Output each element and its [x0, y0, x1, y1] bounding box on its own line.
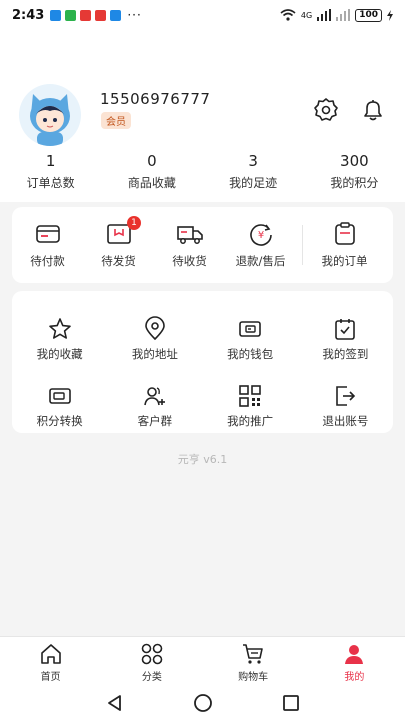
cart-icon [243, 644, 263, 664]
tab-category[interactable]: 分类 [101, 637, 202, 686]
tab-cart[interactable]: 购物车 [203, 637, 304, 686]
order-pending-shipment[interactable]: 1 待发货 [83, 216, 154, 269]
stat-points[interactable]: 300 我的积分 [304, 152, 405, 202]
tool-logout[interactable]: 退出账号 [298, 384, 393, 429]
tab-home[interactable]: 首页 [0, 637, 101, 686]
status-bar: 2:43 ··· 4G 100 [0, 0, 405, 30]
user-stats: 1 订单总数 0 商品收藏 3 我的足迹 300 我的积分 [0, 152, 405, 202]
tool-promotion[interactable]: 我的推广 [203, 384, 298, 429]
stat-label: 商品收藏 [127, 176, 176, 190]
signal-icon [336, 9, 351, 21]
wallet-card-icon [35, 225, 60, 243]
tool-address[interactable]: 我的地址 [107, 316, 202, 362]
all-orders-button[interactable]: 我的订单 [309, 221, 380, 269]
tab-label: 首页 [40, 672, 61, 683]
system-navigation-bar [0, 686, 405, 720]
stat-value: 300 [340, 152, 369, 170]
tab-label: 我的 [344, 672, 365, 683]
tool-label: 积分转换 [36, 414, 83, 428]
location-pin-icon [145, 316, 165, 341]
qr-code-icon [239, 385, 261, 407]
tab-label: 购物车 [238, 672, 269, 683]
bottom-tab-bar: 首页 分类 购物车 我的 [0, 636, 405, 686]
stat-label: 我的积分 [330, 176, 379, 190]
tool-label: 退出账号 [322, 414, 369, 428]
member-badge: 会员 [101, 112, 131, 129]
truck-icon [176, 226, 203, 244]
avatar-image [30, 94, 70, 146]
star-icon [48, 318, 71, 339]
stat-value: 3 [248, 152, 258, 170]
order-status-label: 退款/售后 [235, 254, 286, 268]
tool-label: 我的签到 [322, 347, 369, 361]
tool-checkin[interactable]: 我的签到 [298, 317, 393, 362]
tools-card: 我的收藏 我的地址 我的钱包 我的签到 积分转换 客户群 我的推广 退出账号 [12, 291, 393, 433]
app-notification-icon [95, 9, 107, 21]
wechat-notification-icon [65, 9, 77, 21]
charging-icon [387, 9, 393, 21]
order-list-icon [334, 222, 355, 245]
tool-wallet[interactable]: 我的钱包 [203, 317, 298, 362]
stat-orders[interactable]: 1 订单总数 [0, 152, 101, 202]
order-refund-aftersale[interactable]: ¥ 退款/售后 [225, 221, 296, 269]
stat-label: 订单总数 [26, 176, 75, 190]
tool-label: 我的收藏 [36, 347, 83, 361]
app-notification-icon [110, 9, 122, 21]
order-status-card: 待付款 1 待发货 待收货 ¥ 退款/售后 我的订单 [12, 207, 393, 283]
signal-icon [317, 9, 332, 21]
logout-icon [336, 386, 356, 406]
refund-icon: ¥ [249, 224, 272, 246]
tool-label: 我的钱包 [227, 347, 274, 361]
app-notification-icon [80, 9, 92, 21]
user-phone: 15506976777 [100, 90, 211, 108]
more-notifications-icon: ··· [127, 8, 142, 22]
app-notification-icon [50, 9, 62, 21]
profile-header: 15506976777 会员 1 订单总数 0 商品收藏 3 我的足迹 300 … [0, 30, 405, 202]
user-icon [345, 645, 364, 664]
stat-value: 0 [147, 152, 157, 170]
order-status-label: 待发货 [101, 254, 136, 268]
tool-label: 客户群 [137, 414, 173, 428]
recents-icon[interactable] [281, 693, 301, 713]
order-status-label: 待付款 [30, 254, 65, 268]
svg-text:¥: ¥ [257, 230, 263, 241]
network-type: 4G [300, 10, 313, 20]
order-count-badge: 1 [127, 216, 141, 230]
wifi-icon [280, 9, 296, 21]
home-circle-icon[interactable] [193, 693, 213, 713]
order-pending-receipt[interactable]: 待收货 [154, 221, 225, 269]
stat-label: 我的足迹 [229, 176, 278, 190]
tool-label: 我的地址 [131, 347, 178, 361]
tool-points-exchange[interactable]: 积分转换 [12, 384, 107, 429]
order-status-label: 待收货 [172, 254, 207, 268]
all-orders-label: 我的订单 [321, 254, 368, 268]
tab-mine[interactable]: 我的 [304, 637, 405, 686]
points-card-icon [48, 388, 71, 404]
stat-value: 1 [45, 152, 56, 170]
status-time: 2:43 [12, 7, 45, 23]
grid-icon [141, 643, 163, 665]
battery-icon: 100 [355, 8, 382, 22]
stat-favorites[interactable]: 0 商品收藏 [101, 152, 202, 202]
app-version: 元亨 v6.1 [177, 453, 228, 466]
settings-gear-icon[interactable] [313, 97, 339, 123]
home-icon [40, 644, 61, 664]
tool-favorites[interactable]: 我的收藏 [12, 317, 107, 362]
notification-bell-icon[interactable] [360, 97, 386, 123]
back-icon[interactable] [105, 693, 125, 713]
wallet-icon [239, 321, 261, 337]
stat-footprints[interactable]: 3 我的足迹 [203, 152, 304, 202]
calendar-check-icon [335, 319, 356, 340]
tool-label: 我的推广 [227, 414, 274, 428]
avatar[interactable] [19, 84, 81, 146]
user-group-add-icon [144, 387, 165, 406]
divider [302, 225, 303, 265]
tool-customer-group[interactable]: 客户群 [107, 384, 202, 429]
order-pending-payment[interactable]: 待付款 [12, 221, 83, 269]
tab-label: 分类 [141, 672, 162, 683]
